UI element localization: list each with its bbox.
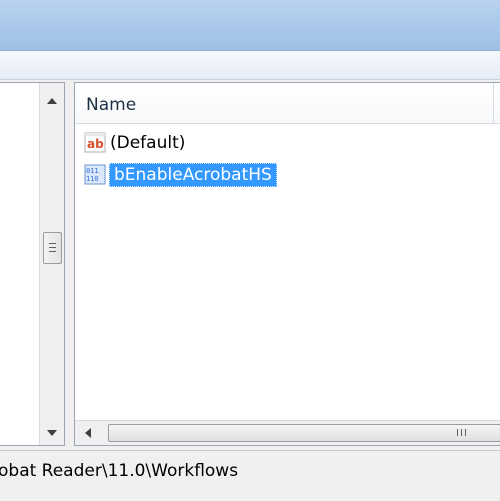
list-horizontal-scrollbar[interactable] xyxy=(75,420,500,445)
grip-line xyxy=(49,251,56,252)
grip-line xyxy=(457,429,458,436)
grip-line xyxy=(49,247,56,248)
scroll-up-arrow-icon[interactable] xyxy=(47,98,57,104)
tree-scroll-thumb[interactable] xyxy=(43,232,62,264)
grip-line xyxy=(461,429,462,436)
scroll-left-arrow-icon[interactable] xyxy=(85,428,91,438)
registry-values-list[interactable]: Name ab (Default) 011 110 bEnableAcrobat… xyxy=(74,82,500,446)
grip-line xyxy=(49,243,56,244)
status-bar: obat Reader\11.0\Workflows xyxy=(0,450,500,501)
grip-line xyxy=(465,429,466,436)
window-title-bar xyxy=(0,0,500,51)
svg-text:110: 110 xyxy=(86,175,99,183)
value-name: (Default) xyxy=(110,133,186,153)
column-header-name[interactable]: Name xyxy=(75,83,500,124)
string-value-icon: ab xyxy=(84,132,106,153)
registry-key-tree[interactable] xyxy=(0,82,65,446)
scroll-down-arrow-icon[interactable] xyxy=(47,430,57,436)
binary-value-icon: 011 110 xyxy=(84,164,106,185)
svg-text:011: 011 xyxy=(86,167,99,175)
column-divider[interactable] xyxy=(493,83,494,123)
pane-splitter[interactable] xyxy=(65,82,73,444)
value-name-selected: bEnableAcrobatHS xyxy=(109,163,277,187)
registry-path-text: obat Reader\11.0\Workflows xyxy=(0,461,239,481)
svg-text:ab: ab xyxy=(87,137,104,151)
tree-vertical-scrollbar[interactable] xyxy=(39,83,64,445)
list-scroll-thumb[interactable] xyxy=(108,424,500,442)
column-header-label: Name xyxy=(86,95,137,115)
menu-bar xyxy=(0,51,500,80)
